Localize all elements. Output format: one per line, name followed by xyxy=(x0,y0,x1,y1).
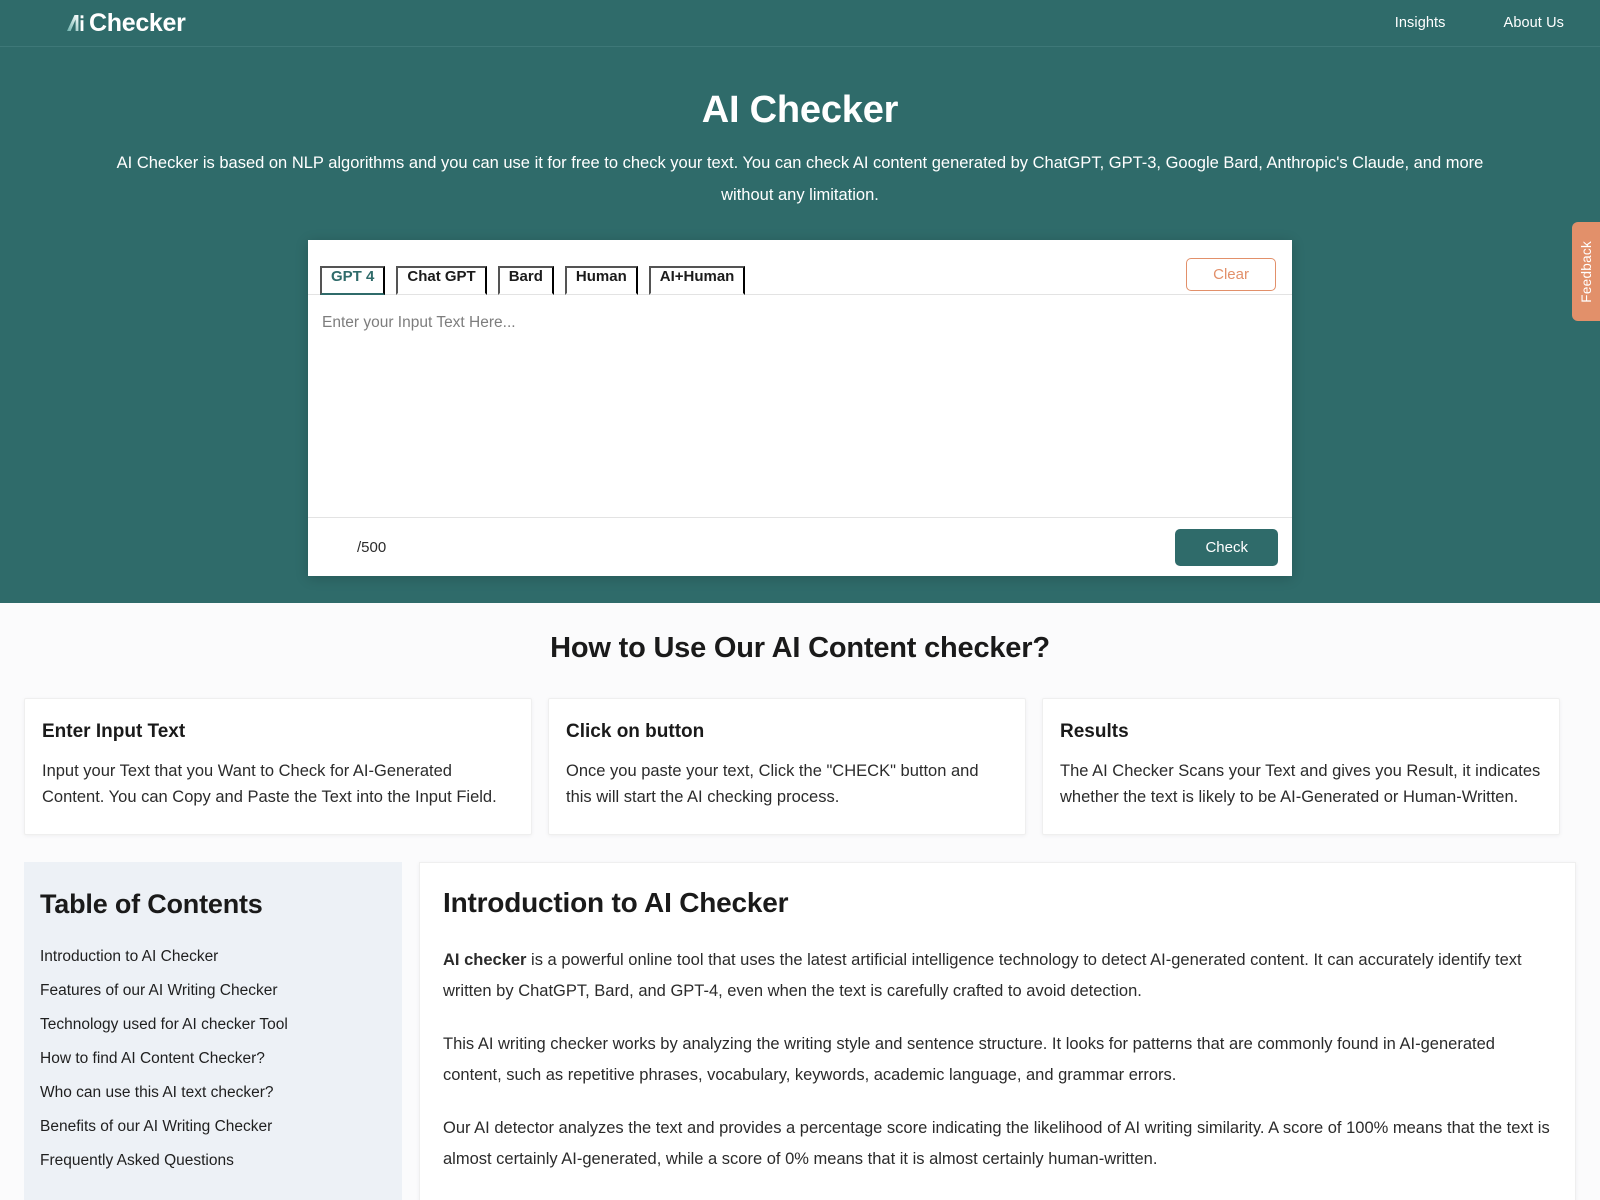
character-counter: /500 xyxy=(357,538,387,556)
card-body: The AI Checker Scans your Text and gives… xyxy=(1060,762,1541,806)
toc-item-benefits[interactable]: Benefits of our AI Writing Checker xyxy=(40,1118,386,1136)
text-input[interactable] xyxy=(322,311,1278,518)
article-paragraph-1: AI checker is a powerful online tool tha… xyxy=(443,945,1552,1007)
card-click-on-button: Click on button Once you paste your text… xyxy=(548,698,1026,836)
feedback-tab-button[interactable]: Feedback xyxy=(1572,222,1600,321)
card-title: Enter Input Text xyxy=(42,721,186,742)
checker-footer: /500 Check xyxy=(308,517,1292,576)
toc-item-who-can-use[interactable]: Who can use this AI text checker? xyxy=(40,1084,386,1102)
article-title: Introduction to AI Checker xyxy=(443,887,789,919)
card-body: Input your Text that you Want to Check f… xyxy=(42,762,497,806)
site-logo[interactable]: Checker xyxy=(64,8,186,37)
article-paragraph-3: Our AI detector analyzes the text and pr… xyxy=(443,1119,1550,1169)
tab-chat-gpt[interactable]: Chat GPT xyxy=(396,265,487,295)
card-body: Once you paste your text, Click the "CHE… xyxy=(566,762,979,806)
check-button[interactable]: Check xyxy=(1175,528,1278,566)
model-tabs: GPT 4 Chat GPT Bard Human AI+Human xyxy=(320,254,756,295)
toc-title: Table of Contents xyxy=(40,889,263,920)
toc-item-features[interactable]: Features of our AI Writing Checker xyxy=(40,982,386,1000)
toc-item-how-to-find[interactable]: How to find AI Content Checker? xyxy=(40,1050,386,1068)
card-results: Results The AI Checker Scans your Text a… xyxy=(1042,698,1560,836)
hero-section: AI Checker AI Checker is based on NLP al… xyxy=(0,47,1600,603)
article-body: Introduction to AI Checker AI checker is… xyxy=(419,862,1576,1200)
card-title: Results xyxy=(1060,721,1129,742)
toc-item-technology[interactable]: Technology used for AI checker Tool xyxy=(40,1016,386,1034)
checker-input-area xyxy=(308,295,1292,518)
table-of-contents: Table of Contents Introduction to AI Che… xyxy=(24,862,402,1200)
how-to-cards: Enter Input Text Input your Text that yo… xyxy=(0,665,1600,836)
tab-bard[interactable]: Bard xyxy=(497,265,554,295)
logo-text-checker: Checker xyxy=(89,8,186,37)
nav-links: Insights About Us xyxy=(1395,15,1564,31)
clear-button[interactable]: Clear xyxy=(1186,257,1276,291)
tab-ai-human[interactable]: AI+Human xyxy=(648,265,746,295)
top-navbar: Checker Insights About Us xyxy=(0,0,1600,47)
how-to-use-heading: How to Use Our AI Content checker? xyxy=(550,632,1050,664)
nav-item-insights[interactable]: Insights xyxy=(1395,15,1446,31)
ai-checker-widget: GPT 4 Chat GPT Bard Human AI+Human Clear… xyxy=(308,240,1292,577)
article-paragraph-1-rest: is a powerful online tool that uses the … xyxy=(443,951,1522,1001)
article-lead-term: AI checker xyxy=(443,951,527,970)
content-section: Table of Contents Introduction to AI Che… xyxy=(0,835,1600,1200)
toc-item-faq[interactable]: Frequently Asked Questions xyxy=(40,1152,386,1170)
tab-human[interactable]: Human xyxy=(564,265,638,295)
page-title: AI Checker xyxy=(701,89,899,131)
article-paragraph-2: This AI writing checker works by analyzi… xyxy=(443,1035,1495,1085)
toc-item-introduction[interactable]: Introduction to AI Checker xyxy=(40,948,386,966)
tab-gpt-4[interactable]: GPT 4 xyxy=(320,265,386,295)
nav-item-about-us[interactable]: About Us xyxy=(1504,15,1564,31)
how-to-use-section: How to Use Our AI Content checker? Enter… xyxy=(0,603,1600,1200)
hero-subtitle: AI Checker is based on NLP algorithms an… xyxy=(116,154,1484,204)
ai-logo-icon xyxy=(64,11,88,35)
feedback-label: Feedback xyxy=(1578,240,1594,303)
card-title: Click on button xyxy=(566,721,705,742)
card-enter-input-text: Enter Input Text Input your Text that yo… xyxy=(24,698,532,836)
checker-toolbar: GPT 4 Chat GPT Bard Human AI+Human Clear xyxy=(308,240,1292,296)
